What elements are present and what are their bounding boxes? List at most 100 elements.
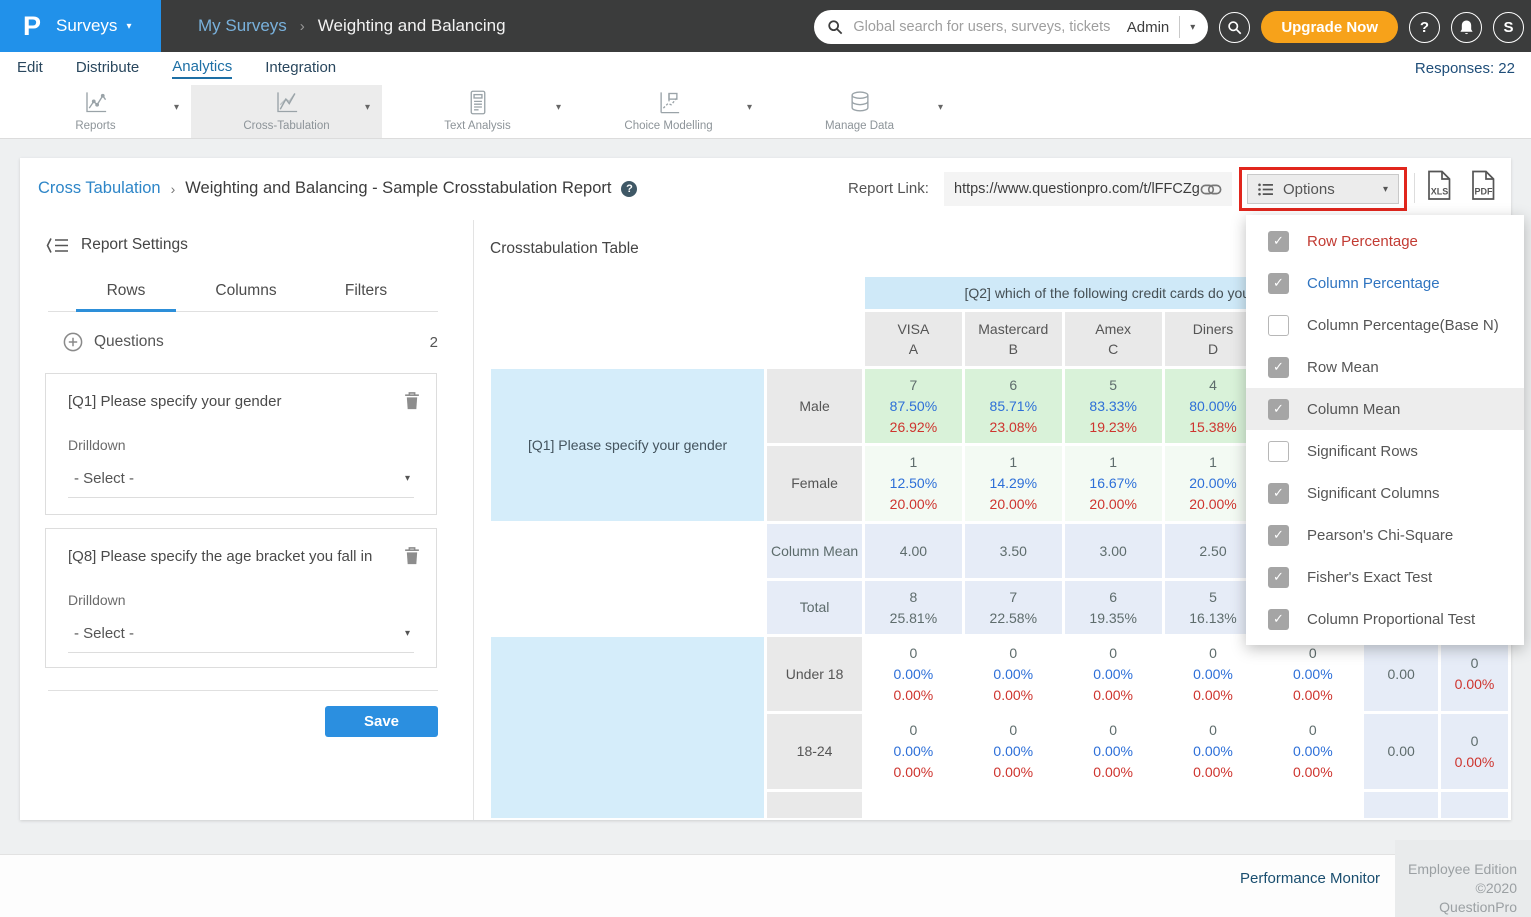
checked-checkbox-icon[interactable]: ✓: [1268, 399, 1289, 420]
toolbar-item-cross-tabulation[interactable]: ▾ Cross-Tabulation: [191, 85, 382, 138]
cross-tabulation-link[interactable]: Cross Tabulation: [38, 179, 161, 198]
table-value: 0.00%: [1264, 762, 1361, 783]
table-value: 0: [1264, 720, 1361, 741]
chevron-down-icon: ▾: [405, 628, 410, 639]
table-value: 0.00: [1364, 741, 1438, 762]
tab-rows[interactable]: Rows: [66, 282, 186, 300]
crosstab-chart-icon: [273, 89, 300, 121]
table-value: 0.00%: [1165, 762, 1262, 783]
toolbar-item-text-analysis[interactable]: ▾Text Analysis: [382, 85, 573, 138]
menu-item-fisher-s-exact-test[interactable]: ✓Fisher's Exact Test: [1246, 556, 1524, 598]
menu-item-column-mean[interactable]: ✓Column Mean: [1246, 388, 1524, 430]
search-scope-divider: [1179, 16, 1180, 38]
row-label-cell: Under 18: [767, 637, 862, 711]
table-value: 0.00%: [1264, 741, 1361, 762]
search-scope-value[interactable]: Admin: [1127, 19, 1170, 36]
link-icon[interactable]: [1200, 182, 1222, 197]
toolbar-caret-icon[interactable]: ▾: [365, 102, 370, 113]
unchecked-checkbox-icon[interactable]: [1268, 441, 1289, 462]
row-label-cell: 18-24: [767, 714, 862, 789]
tab-columns[interactable]: Columns: [186, 282, 306, 300]
menu-item-column-percentage[interactable]: ✓Column Percentage: [1246, 262, 1524, 304]
table-value: 0.00%: [865, 685, 962, 706]
unchecked-checkbox-icon[interactable]: [1268, 315, 1289, 336]
upgrade-now-button[interactable]: Upgrade Now: [1261, 11, 1398, 43]
nav-item-integration[interactable]: Integration: [265, 59, 336, 78]
export-pdf-button[interactable]: PDF: [1470, 170, 1497, 206]
toolbar-item-manage-data[interactable]: ▾Manage Data: [764, 85, 955, 138]
user-avatar[interactable]: S: [1493, 12, 1524, 43]
crosstab-table-title: Crosstabulation Table: [490, 240, 639, 258]
value-cell: [1065, 792, 1162, 818]
toolbar-item-choice-modelling[interactable]: ▾ Choice Modelling: [573, 85, 764, 138]
menu-item-label: Row Mean: [1307, 359, 1379, 376]
table-value: 0: [1065, 720, 1162, 741]
toolbar-caret-icon[interactable]: ▾: [938, 102, 943, 113]
table-value: 0.00%: [1165, 664, 1262, 685]
table-value: 14.29%: [965, 473, 1062, 494]
column-name: Mastercard: [965, 319, 1062, 339]
report-help-icon[interactable]: ?: [621, 181, 637, 197]
menu-item-column-proportional-test[interactable]: ✓Column Proportional Test: [1246, 598, 1524, 640]
menu-item-row-mean[interactable]: ✓ Row Mean: [1246, 346, 1524, 388]
menu-item-label: Significant Columns: [1307, 485, 1440, 502]
value-cell: 00.00%0.00%: [865, 637, 962, 711]
nav-item-distribute[interactable]: Distribute: [76, 59, 139, 78]
checked-checkbox-icon[interactable]: ✓: [1268, 609, 1289, 630]
report-settings-toggle[interactable]: Report Settings: [46, 236, 188, 254]
search-submit-button[interactable]: [1219, 12, 1250, 43]
table-value: 0: [1065, 643, 1162, 664]
report-link-input[interactable]: https://www.questionpro.com/t/lFFCZg: [944, 172, 1232, 206]
tab-filters[interactable]: Filters: [306, 282, 426, 300]
options-dropdown-menu: ✓Row Percentage✓Column PercentageColumn …: [1246, 215, 1524, 645]
spacer-cell: [491, 312, 862, 366]
table-value: 0.00%: [965, 741, 1062, 762]
nav-item-edit[interactable]: Edit: [17, 59, 43, 78]
global-search-input[interactable]: Global search for users, surveys, ticket…: [814, 10, 1208, 44]
row-mean-cell: 0.00: [1364, 714, 1438, 789]
help-button[interactable]: ?: [1409, 12, 1440, 43]
menu-item-row-percentage[interactable]: ✓Row Percentage: [1246, 220, 1524, 262]
search-placeholder: Global search for users, surveys, ticket…: [853, 19, 1126, 35]
trash-icon[interactable]: [404, 546, 420, 570]
toolbar-caret-icon[interactable]: ▾: [747, 102, 752, 113]
export-xls-button[interactable]: XLS: [1426, 170, 1453, 206]
nav-item-analytics[interactable]: Analytics: [172, 58, 232, 79]
search-scope-caret-icon[interactable]: ▾: [1190, 22, 1195, 33]
column-letter: B: [965, 339, 1062, 359]
drilldown-select[interactable]: - Select -▾: [68, 625, 414, 653]
toolbar-item-label: Cross-Tabulation: [191, 120, 382, 132]
menu-item-column-percentage-base-n[interactable]: Column Percentage(Base N): [1246, 304, 1524, 346]
menu-item-pearson-s-chi-square[interactable]: ✓Pearson's Chi-Square: [1246, 514, 1524, 556]
trash-icon[interactable]: [404, 391, 420, 415]
notifications-button[interactable]: [1451, 12, 1482, 43]
checked-checkbox-icon[interactable]: ✓: [1268, 273, 1289, 294]
toolbar-item-label: Choice Modelling: [573, 120, 764, 132]
breadcrumb-my-surveys[interactable]: My Surveys: [198, 16, 287, 36]
checked-checkbox-icon[interactable]: ✓: [1268, 357, 1289, 378]
copyright-label: ©2020 QuestionPro: [1395, 879, 1517, 917]
row-label-cell: [767, 792, 862, 818]
table-value: 20.00%: [965, 494, 1062, 515]
toolbar-item-reports[interactable]: ▾Reports: [0, 85, 191, 138]
menu-item-significant-rows[interactable]: Significant Rows: [1246, 430, 1524, 472]
save-button[interactable]: Save: [325, 706, 438, 737]
table-value: 12.50%: [865, 473, 962, 494]
toolbar-caret-icon[interactable]: ▾: [556, 102, 561, 113]
add-questions-button[interactable]: [63, 332, 83, 352]
checked-checkbox-icon[interactable]: ✓: [1268, 567, 1289, 588]
value-cell: 3.00: [1065, 524, 1162, 578]
checked-checkbox-icon[interactable]: ✓: [1268, 525, 1289, 546]
checked-checkbox-icon[interactable]: ✓: [1268, 483, 1289, 504]
table-value: 0: [865, 643, 962, 664]
surveys-product-menu[interactable]: P Surveys ▾: [0, 0, 161, 52]
toolbar-caret-icon[interactable]: ▾: [174, 102, 179, 113]
checked-checkbox-icon[interactable]: ✓: [1268, 231, 1289, 252]
row-label-cell: Total: [767, 581, 862, 634]
menu-item-significant-columns[interactable]: ✓ Significant Columns: [1246, 472, 1524, 514]
row-label-cell: Female: [767, 446, 862, 521]
performance-monitor-link[interactable]: Performance Monitor: [1240, 870, 1380, 887]
report-settings-label: Report Settings: [81, 236, 188, 254]
drilldown-select[interactable]: - Select -▾: [68, 470, 414, 498]
options-button[interactable]: Options ▾: [1247, 174, 1399, 204]
